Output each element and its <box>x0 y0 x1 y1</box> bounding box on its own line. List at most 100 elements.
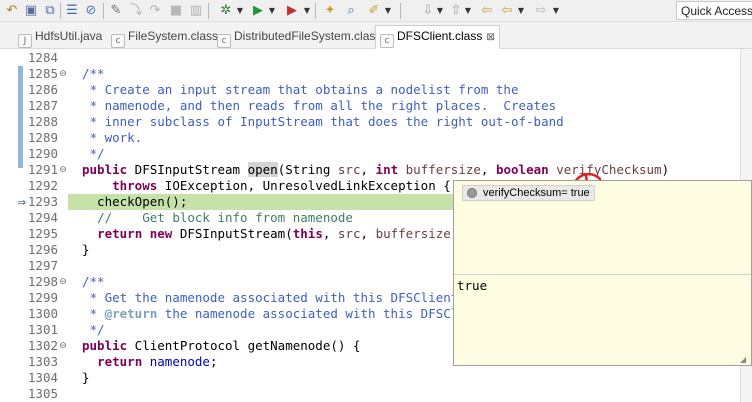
variable-inspect-popup[interactable]: verifyChecksum= true true ◢ <box>453 180 752 366</box>
code-line: // Get block info from namenode <box>82 210 353 226</box>
line-number: 1284 <box>27 50 58 65</box>
run-dropdown-icon[interactable]: ▼ <box>268 4 276 18</box>
code-token: ; <box>209 354 218 369</box>
code-line: * Get the namenode associated with this … <box>82 290 511 305</box>
code-token: ClientProtocol getNamenode() { <box>127 338 361 353</box>
editor-left-margin <box>0 49 16 402</box>
code-line: */ <box>82 322 105 337</box>
line-number: 1287 <box>27 98 58 113</box>
code-line: * Create an input stream that obtains a … <box>82 82 519 97</box>
javadoc-tag: @return <box>104 306 158 321</box>
fold-collapse-icon[interactable]: ⊖ <box>58 66 68 82</box>
annotation-prev-dropdown-icon[interactable]: ▼ <box>464 4 472 18</box>
code-line: /** <box>82 66 105 81</box>
search-icon[interactable]: ✐ <box>366 3 382 19</box>
annotation-prev-icon[interactable]: ⇧ <box>448 3 464 19</box>
open-task-icon[interactable]: ☰ <box>64 3 80 19</box>
code-token: , <box>360 226 376 241</box>
run-external-icon[interactable]: ▶ <box>284 3 300 19</box>
highlighted-method: open <box>247 162 278 177</box>
variable-tree-row[interactable]: verifyChecksum= true <box>462 185 595 201</box>
step-over-icon[interactable]: ↷ <box>147 3 163 19</box>
tab-dfsclient[interactable]: c DFSClient.class ⊠ <box>375 25 500 49</box>
code-line: * work. <box>82 130 143 145</box>
keyword: int <box>375 162 399 177</box>
variable-detail-pane[interactable]: true <box>457 278 487 294</box>
forward-icon[interactable]: ⇨ <box>533 3 549 19</box>
tab-hdfsutil[interactable]: J HdfsUtil.java <box>18 26 106 48</box>
line-number: 1302 <box>27 338 58 353</box>
debug-dropdown-icon[interactable]: ▼ <box>236 4 244 18</box>
external-dropdown-icon[interactable]: ▼ <box>303 4 311 18</box>
code-line: throws IOException, UnresolvedLinkExcept… <box>82 178 451 194</box>
current-execution-line: checkOpen(); <box>68 194 453 210</box>
disconnect-icon[interactable]: ▥ <box>188 3 204 19</box>
terminate-icon[interactable]: ■ <box>168 3 184 19</box>
pin-icon[interactable]: ✎ <box>108 3 124 19</box>
line-number: 1300 <box>27 306 58 321</box>
toolbar-separator <box>60 3 61 19</box>
main-toolbar: ↶ ▣ ⧉ ☰ ⊘ ✎ ⤵ ↷ ■ ▥ ✲ ▼ ▶ ▼ ▶ ▼ ✦ ⌕ ✐ ▼ … <box>0 0 752 22</box>
last-edit-icon[interactable]: ⇦ <box>479 3 495 19</box>
close-icon[interactable]: ⊠ <box>486 32 494 43</box>
toolbar-separator <box>208 3 209 19</box>
keyword: this <box>292 226 323 241</box>
code-token: (String <box>277 162 338 177</box>
step-into-icon[interactable]: ⤵ <box>128 3 144 19</box>
run-icon[interactable]: ▶ <box>250 3 266 19</box>
tab-label: DistributedFileSystem.class <box>234 29 382 43</box>
line-number: 1285 <box>27 66 58 81</box>
parameter: src <box>337 226 361 241</box>
keyword: public <box>82 162 128 177</box>
parameter: buffersize <box>375 226 451 241</box>
back-icon[interactable]: ⇦ <box>499 3 515 19</box>
keyword: return <box>97 226 143 241</box>
search-dropdown-icon[interactable]: ▼ <box>384 4 392 18</box>
fold-collapse-icon[interactable]: ⊖ <box>58 274 68 290</box>
popup-divider[interactable] <box>454 274 751 275</box>
fold-collapse-icon[interactable]: ⊖ <box>58 338 68 354</box>
line-number: 1297 <box>27 258 58 273</box>
line-number: 1291 <box>27 162 58 177</box>
back-dropdown-icon[interactable]: ▼ <box>517 4 525 18</box>
open-type-icon[interactable]: ⌕ <box>343 3 359 19</box>
code-line: */ <box>82 146 105 161</box>
fold-collapse-icon[interactable]: ⊖ <box>58 162 68 178</box>
field: namenode <box>149 354 210 369</box>
line-number: 1294 <box>27 210 58 225</box>
skip-breakpoints-icon[interactable]: ⊘ <box>83 3 99 19</box>
keyword: new <box>149 226 173 241</box>
toolbar-separator <box>315 3 316 19</box>
keyword: return <box>97 354 143 369</box>
forward-dropdown-icon[interactable]: ▼ <box>552 4 560 18</box>
code-token: DFSInputStream <box>127 162 248 177</box>
line-number: 1305 <box>27 386 58 401</box>
code-line: } <box>82 370 90 385</box>
selection-range-indicator <box>18 66 23 168</box>
local-variable-icon <box>467 188 477 198</box>
code-line: * inner subclass of InputStream that doe… <box>82 114 564 129</box>
new-java-project-icon[interactable]: ✦ <box>322 3 338 19</box>
undo-icon[interactable]: ↶ <box>4 3 20 19</box>
keyword: boolean <box>495 162 549 177</box>
parameter: buffersize <box>405 162 481 177</box>
tab-label: DFSClient.class <box>397 29 483 43</box>
toolbar-separator <box>400 3 401 19</box>
save-icon[interactable]: ▣ <box>23 3 39 19</box>
tab-distributedfilesystem[interactable]: c DistributedFileSystem.class <box>217 26 385 48</box>
quick-access-input[interactable]: Quick Access <box>676 1 752 20</box>
annotation-next-icon[interactable]: ⇩ <box>420 3 436 19</box>
line-number: 1304 <box>27 370 58 385</box>
line-number: 1299 <box>27 290 58 305</box>
resize-handle-icon[interactable]: ◢ <box>740 355 749 364</box>
debug-icon[interactable]: ✲ <box>218 3 234 19</box>
annotation-next-dropdown-icon[interactable]: ▼ <box>436 4 444 18</box>
code-token: DFSInputStream( <box>172 226 293 241</box>
variable-value-label: verifyChecksum= true <box>483 187 590 199</box>
tab-filesystem[interactable]: c FileSystem.class <box>111 26 222 48</box>
save-all-icon[interactable]: ⧉ <box>42 3 58 19</box>
